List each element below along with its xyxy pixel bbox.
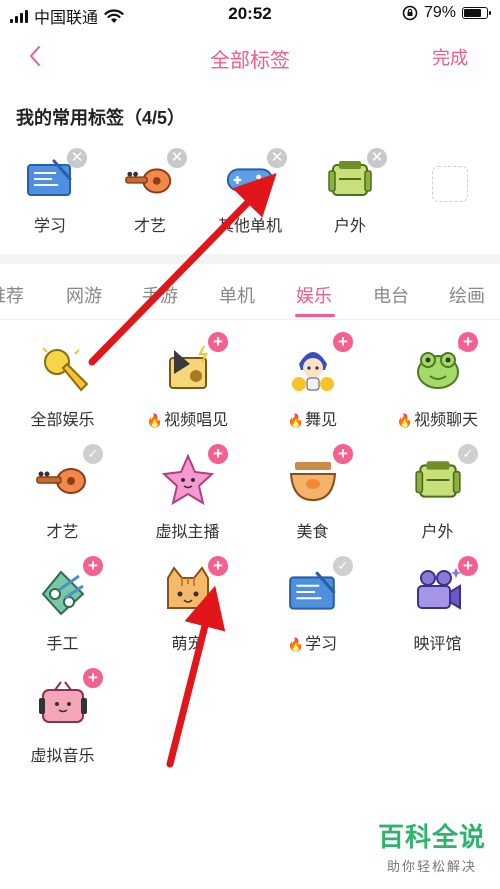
my-tag-label: 户外 bbox=[333, 218, 366, 235]
tag-label: 美食 bbox=[296, 524, 329, 541]
guitar-icon bbox=[33, 452, 93, 508]
remove-tag-button[interactable]: ✕ bbox=[67, 148, 87, 168]
remove-tag-button[interactable]: ✕ bbox=[367, 148, 387, 168]
fire-icon: 🔥 bbox=[287, 413, 305, 428]
tag-handcraft[interactable]: 手工 + bbox=[0, 550, 125, 662]
tab-mobile-games[interactable]: 手游 bbox=[142, 282, 178, 308]
tag-label: 学习 bbox=[305, 636, 338, 653]
tab-radio[interactable]: 电台 bbox=[373, 282, 409, 308]
tag-outdoor[interactable]: 户外 ✓ bbox=[375, 438, 500, 550]
tag-dance[interactable]: 🔥舞见 + bbox=[250, 326, 375, 438]
fire-icon: 🔥 bbox=[146, 413, 164, 428]
tag-label: 手工 bbox=[46, 636, 79, 653]
my-tag-label: 才艺 bbox=[133, 218, 166, 235]
cat-icon bbox=[158, 564, 218, 620]
add-tag-button[interactable]: + bbox=[208, 556, 228, 576]
tab-entertainment[interactable]: 娱乐 bbox=[296, 282, 332, 308]
my-tags-row: 学习 ✕ 才艺 ✕ 其他单机 ✕ 户外 ✕ bbox=[0, 144, 500, 244]
fire-icon: 🔥 bbox=[287, 637, 305, 652]
my-tag-other-single[interactable]: 其他单机 ✕ bbox=[205, 144, 295, 236]
tag-study[interactable]: 🔥学习 ✓ bbox=[250, 550, 375, 662]
add-tag-button[interactable]: + bbox=[83, 556, 103, 576]
add-tag-button[interactable]: + bbox=[83, 668, 103, 688]
tag-talent[interactable]: 才艺 ✓ bbox=[0, 438, 125, 550]
category-tabs: 推荐 网游 手游 单机 娱乐 电台 绘画 bbox=[0, 268, 500, 320]
frog-chat-icon bbox=[408, 340, 468, 396]
my-tag-label: 学习 bbox=[33, 218, 66, 235]
add-tag-button[interactable]: + bbox=[208, 444, 228, 464]
watermark: 百科全说 助你轻松解决 bbox=[378, 817, 486, 875]
battery-percent: 79% bbox=[423, 4, 456, 21]
tag-all-entertainment[interactable]: 全部娱乐 bbox=[0, 326, 125, 438]
fire-icon: 🔥 bbox=[396, 413, 414, 428]
my-tag-study[interactable]: 学习 ✕ bbox=[5, 144, 95, 236]
add-tag-button[interactable]: + bbox=[208, 332, 228, 352]
my-tag-outdoor[interactable]: 户外 ✕ bbox=[305, 144, 395, 236]
add-tag-button[interactable]: + bbox=[458, 332, 478, 352]
added-check-button[interactable]: ✓ bbox=[333, 556, 353, 576]
tag-film-review[interactable]: 映评馆 + bbox=[375, 550, 500, 662]
tag-label: 视频聊天 bbox=[414, 412, 479, 429]
study-board-icon bbox=[283, 564, 343, 620]
radio-icon bbox=[33, 676, 93, 732]
added-check-button[interactable]: ✓ bbox=[83, 444, 103, 464]
watermark-title: 百科全说 bbox=[377, 822, 486, 852]
tag-virtual-music[interactable]: 虚拟音乐 + bbox=[0, 662, 125, 774]
battery-fill bbox=[464, 9, 482, 17]
watermark-subtitle: 助你轻松解决 bbox=[386, 859, 477, 874]
my-tag-label: 其他单机 bbox=[217, 218, 282, 235]
microphone-icon bbox=[33, 340, 93, 396]
nav-bar: 全部标签 完成 bbox=[0, 30, 500, 82]
done-button[interactable]: 完成 bbox=[432, 44, 468, 70]
status-bar: 中国联通 20:52 79% bbox=[0, 0, 500, 30]
scissors-icon bbox=[33, 564, 93, 620]
food-bowl-icon bbox=[283, 452, 343, 508]
section-divider bbox=[0, 254, 500, 264]
star-character-icon bbox=[158, 452, 218, 508]
add-tag-button[interactable]: + bbox=[333, 444, 353, 464]
my-tag-talent[interactable]: 才艺 ✕ bbox=[105, 144, 195, 236]
tag-cute-pets[interactable]: 萌宠 + bbox=[125, 550, 250, 662]
tag-food[interactable]: 美食 + bbox=[250, 438, 375, 550]
remove-tag-button[interactable]: ✕ bbox=[267, 148, 287, 168]
added-check-button[interactable]: ✓ bbox=[458, 444, 478, 464]
tab-single-player[interactable]: 单机 bbox=[219, 282, 255, 308]
remove-tag-button[interactable]: ✕ bbox=[167, 148, 187, 168]
my-tags-title: 我的常用标签（4/5） bbox=[16, 108, 186, 128]
tag-label: 全部娱乐 bbox=[30, 412, 95, 429]
status-right: 79% bbox=[402, 4, 491, 22]
tag-video-singing[interactable]: 🔥视频唱见 + bbox=[125, 326, 250, 438]
backpack-icon bbox=[408, 452, 468, 508]
page-title: 全部标签 bbox=[210, 50, 290, 72]
tag-label: 映评馆 bbox=[413, 636, 462, 653]
tag-video-chat[interactable]: 🔥视频聊天 + bbox=[375, 326, 500, 438]
tag-label: 萌宠 bbox=[171, 636, 204, 653]
tag-virtual-streamer[interactable]: 虚拟主播 + bbox=[125, 438, 250, 550]
add-tag-button[interactable]: + bbox=[458, 556, 478, 576]
tab-painting[interactable]: 绘画 bbox=[449, 282, 485, 308]
active-tab-indicator bbox=[295, 314, 335, 317]
orientation-lock-icon bbox=[402, 5, 418, 21]
battery-icon bbox=[462, 7, 491, 19]
empty-tag-slot[interactable] bbox=[432, 166, 468, 202]
tab-recommend[interactable]: 推荐 bbox=[0, 282, 24, 308]
tag-label: 舞见 bbox=[305, 412, 338, 429]
gramophone-icon bbox=[158, 340, 218, 396]
tag-label: 虚拟音乐 bbox=[30, 748, 95, 765]
tag-label: 虚拟主播 bbox=[155, 524, 220, 541]
tag-label: 视频唱见 bbox=[164, 412, 229, 429]
tag-label: 户外 bbox=[421, 524, 454, 541]
tag-label: 才艺 bbox=[46, 524, 79, 541]
tab-online-games[interactable]: 网游 bbox=[66, 282, 102, 308]
dancer-girl-icon bbox=[283, 340, 343, 396]
movie-camera-icon bbox=[408, 564, 468, 620]
add-tag-button[interactable]: + bbox=[333, 332, 353, 352]
